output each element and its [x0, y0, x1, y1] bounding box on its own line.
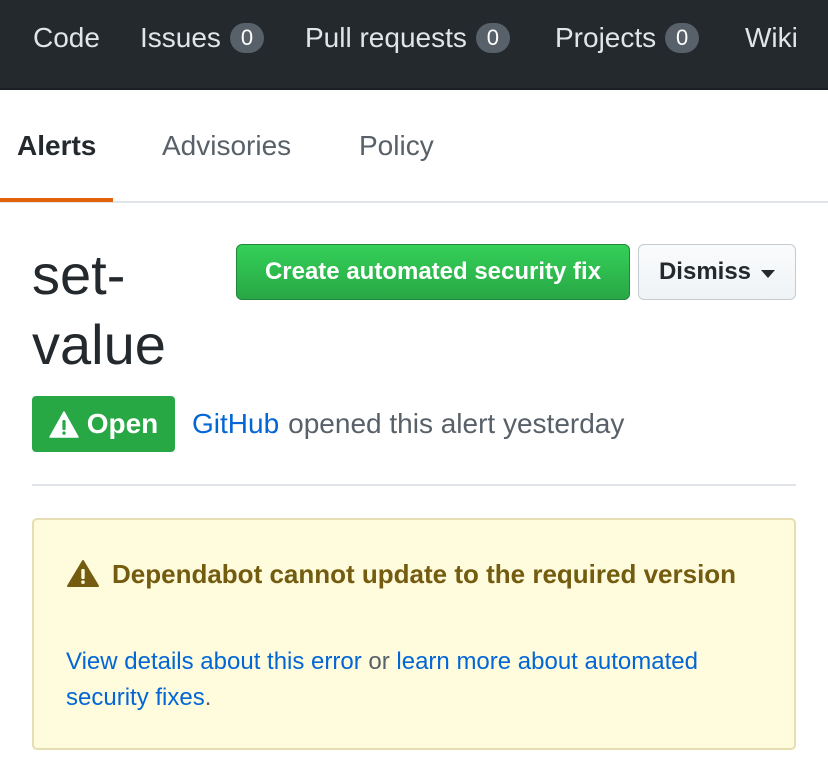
issues-counter: 0 [229, 23, 264, 53]
flash-body: View details about this error or learn m… [66, 644, 766, 716]
flash-trailing: . [204, 684, 212, 711]
dismiss-button[interactable]: Dismiss [638, 244, 796, 300]
dismiss-label: Dismiss [658, 258, 752, 285]
flash-connector: or [368, 648, 390, 675]
warning-flash: Dependabot cannot update to the required… [32, 518, 796, 750]
security-subnav: Alerts Advisories Policy [0, 90, 828, 203]
tab-code[interactable]: Code [33, 0, 100, 76]
view-error-details-link[interactable]: View details about this error [66, 648, 362, 675]
repo-nav: Code Issues 0 Pull requests 0 Projects 0… [0, 0, 828, 90]
alert-meta: GitHub opened this alert yesterday [192, 396, 624, 452]
tab-projects[interactable]: Projects 0 [555, 0, 700, 76]
caret-down-icon [761, 269, 776, 278]
alert-icon [67, 560, 99, 587]
author-link[interactable]: GitHub [192, 408, 279, 440]
create-security-fix-label: Create automated security fix [264, 258, 602, 285]
pull-requests-counter: 0 [475, 23, 510, 53]
flash-title-text: Dependabot cannot update to the required… [112, 559, 737, 589]
tab-alerts[interactable]: Alerts [17, 90, 96, 201]
tab-pull-requests[interactable]: Pull requests 0 [305, 0, 510, 76]
projects-counter: 0 [665, 23, 700, 53]
alert-title: set-value [32, 243, 166, 376]
status-badge: Open [32, 396, 175, 452]
tab-issues-label: Issues [140, 22, 221, 53]
opened-text: opened this alert yesterday [288, 408, 625, 439]
divider [32, 484, 796, 486]
tab-wiki[interactable]: Wiki [745, 0, 798, 76]
tab-pull-requests-label: Pull requests [305, 22, 467, 53]
tab-issues[interactable]: Issues 0 [140, 0, 264, 76]
tab-projects-label: Projects [555, 22, 657, 53]
flash-title: Dependabot cannot update to the required… [66, 554, 756, 595]
tab-wiki-label: Wiki [745, 22, 798, 53]
status-label: Open [86, 408, 159, 439]
tab-code-label: Code [33, 22, 100, 53]
create-security-fix-button[interactable]: Create automated security fix [236, 244, 630, 300]
tab-policy[interactable]: Policy [359, 90, 434, 201]
tab-advisories[interactable]: Advisories [162, 90, 291, 201]
active-tab-indicator [0, 198, 113, 202]
alert-icon [48, 410, 79, 438]
